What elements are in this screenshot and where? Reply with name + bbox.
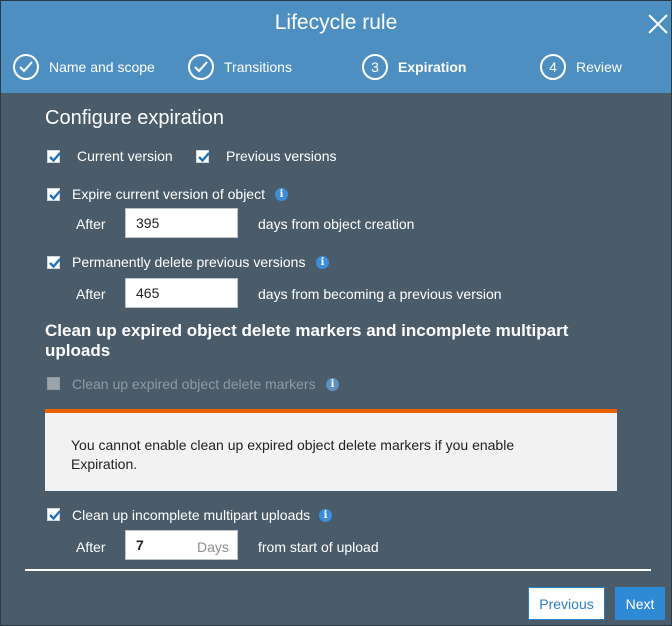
info-icon[interactable]: i [316,256,329,269]
step-label: Name and scope [49,59,155,75]
lifecycle-rule-dialog: Lifecycle rule Name and scope Transition… [0,0,672,626]
check-circle-icon [188,54,214,80]
check-circle-icon [13,54,39,80]
next-button[interactable]: Next [615,587,665,620]
step-review[interactable]: 4 Review [540,53,622,81]
delete-previous-days-input[interactable] [125,278,238,308]
step-label: Transitions [224,59,292,75]
alert-message: You cannot enable clean up expired objec… [71,437,515,472]
step-number: 3 [362,54,388,80]
multipart-uploads-label: Clean up incomplete multipart uploads [72,507,311,523]
from-start-of-upload-label: from start of upload [258,539,379,555]
expire-current-days-input[interactable] [125,208,238,238]
step-number: 4 [540,54,566,80]
info-icon[interactable]: i [319,509,332,522]
step-transitions[interactable]: Transitions [188,53,292,81]
expire-current-version-checkbox[interactable] [47,188,61,201]
step-label: Review [576,59,622,75]
info-icon[interactable]: i [326,378,339,391]
delete-previous-versions-checkbox[interactable] [47,256,61,269]
close-icon[interactable] [647,13,669,35]
expiration-conflict-alert: You cannot enable clean up expired objec… [45,409,617,491]
current-version-checkbox[interactable] [47,150,61,163]
step-label: Expiration [398,59,467,75]
cleanup-heading: Clean up expired object delete markers a… [45,321,569,360]
days-from-creation-label: days from object creation [258,216,415,232]
previous-button[interactable]: Previous [528,587,605,620]
after-label: After [76,539,106,555]
dialog-title: Lifecycle rule [274,11,398,34]
previous-versions-checkbox[interactable] [196,150,210,163]
footer-divider [25,569,651,571]
info-icon[interactable]: i [275,188,288,201]
after-label: After [76,286,106,302]
delete-markers-checkbox[interactable] [47,377,60,390]
configure-expiration-heading: Configure expiration [45,107,224,129]
previous-versions-label: Previous versions [226,148,337,164]
days-from-previous-label: days from becoming a previous version [258,286,502,302]
current-version-label: Current version [77,148,173,164]
step-name-and-scope[interactable]: Name and scope [13,53,155,81]
delete-markers-label: Clean up expired object delete markers [72,376,316,392]
expire-current-version-label: Expire current version of object [72,186,265,202]
multipart-uploads-checkbox[interactable] [47,508,61,521]
days-unit-label: Days [197,539,229,555]
delete-previous-versions-label: Permanently delete previous versions [72,254,306,270]
dialog-header: Lifecycle rule Name and scope Transition… [1,1,671,93]
after-label: After [76,216,106,232]
step-expiration[interactable]: 3 Expiration [362,53,466,81]
